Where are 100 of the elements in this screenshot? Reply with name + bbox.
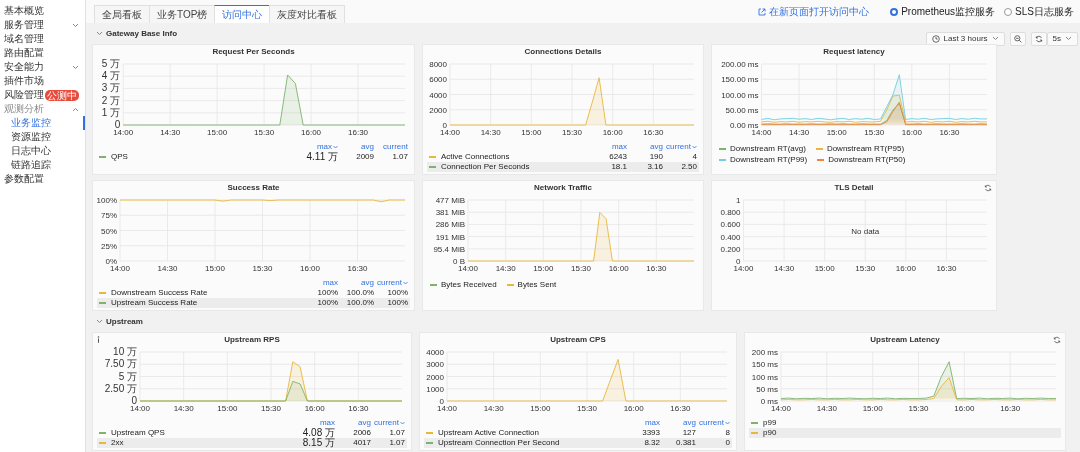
sidebar-item[interactable]: 风险管理 bbox=[4, 88, 44, 102]
sidebar-badge: 公测中 bbox=[45, 89, 79, 101]
tick-label: 15:30 bbox=[864, 128, 885, 137]
refresh-interval-button[interactable]: 5s bbox=[1046, 31, 1078, 46]
legend-label[interactable]: Upstream QPS bbox=[111, 428, 165, 438]
legend-label[interactable]: Downstream RT(P99) bbox=[730, 155, 808, 164]
legend-column-header[interactable]: avg bbox=[361, 278, 374, 288]
tick-label: 14:30 bbox=[160, 128, 181, 137]
legend-label[interactable]: QPS bbox=[111, 152, 128, 162]
legend-label[interactable]: Active Connections bbox=[441, 152, 510, 162]
legend-label[interactable]: p99 bbox=[763, 418, 777, 428]
tick-label: 5 万 bbox=[101, 58, 121, 69]
legend-column-header[interactable]: avg bbox=[358, 418, 371, 428]
tab[interactable]: 业务TOP榜 bbox=[149, 5, 216, 23]
section-title[interactable]: Gateway Base Info bbox=[106, 29, 178, 38]
tick-label: 3 万 bbox=[101, 82, 121, 94]
tick-label: 14:00 bbox=[458, 264, 478, 273]
tick-label: 15:00 bbox=[217, 404, 238, 413]
legend-value: 2.50 bbox=[680, 162, 697, 172]
legend-label[interactable]: Upstream Success Rate bbox=[111, 298, 198, 308]
legend-column-header[interactable]: current bbox=[699, 418, 724, 428]
sidebar-item[interactable]: 路由配置 bbox=[4, 46, 44, 60]
tick-label: 14:30 bbox=[789, 128, 810, 137]
open-link[interactable]: 在新页面打开访问中心 bbox=[769, 4, 870, 19]
sidebar-item[interactable]: 观测分析 bbox=[0, 102, 85, 116]
legend-column-header[interactable]: max bbox=[316, 142, 332, 152]
tick-label: 16:00 bbox=[608, 264, 629, 273]
legend-column-header[interactable]: avg bbox=[650, 142, 663, 152]
sidebar-item[interactable]: 域名管理 bbox=[4, 32, 44, 46]
sidebar-subitem[interactable]: 日志中心 bbox=[0, 144, 85, 158]
tab[interactable]: 访问中心 bbox=[214, 5, 271, 23]
tick-label: 16:00 bbox=[954, 404, 975, 413]
legend-column-header[interactable]: avg bbox=[683, 418, 696, 428]
panel-title: Network Traffic bbox=[533, 182, 593, 194]
legend-label[interactable]: Downstream Success Rate bbox=[111, 288, 208, 298]
legend-label[interactable]: Connection Per Seconds bbox=[441, 162, 530, 172]
zoom-out-button[interactable] bbox=[1009, 31, 1026, 46]
radio-button[interactable] bbox=[1004, 7, 1013, 16]
sidebar-item[interactable]: 安全能力 bbox=[0, 60, 85, 74]
legend-value: 3.16 bbox=[646, 162, 663, 172]
legend-column-header[interactable]: current bbox=[666, 142, 691, 152]
legend-value: 8.15 万 bbox=[301, 438, 335, 448]
legend-label[interactable]: Upstream Active Connection bbox=[438, 428, 539, 438]
refresh-button[interactable] bbox=[1030, 31, 1047, 46]
sidebar-subitem[interactable]: 链路追踪 bbox=[0, 158, 85, 172]
legend-column-header[interactable]: max bbox=[322, 278, 338, 288]
tick-label: 16:00 bbox=[602, 128, 623, 137]
legend-label[interactable]: Downstream RT(avg) bbox=[730, 144, 806, 153]
tab[interactable]: 灰度对比看板 bbox=[269, 5, 346, 23]
legend-label[interactable]: p90 bbox=[763, 428, 777, 438]
time-range-button[interactable]: Last 3 hours bbox=[925, 31, 1005, 46]
tick-label: 100 ms bbox=[751, 372, 778, 382]
legend-value: 127 bbox=[681, 428, 696, 438]
refresh-icon[interactable] bbox=[1053, 336, 1061, 344]
legend-label[interactable]: Bytes Received bbox=[441, 280, 497, 289]
tab[interactable]: 全局看板 bbox=[94, 5, 150, 23]
legend-label[interactable]: Bytes Sent bbox=[517, 280, 557, 289]
tick-label: 16:00 bbox=[623, 404, 644, 413]
sidebar-item[interactable]: 参数配置 bbox=[4, 172, 44, 186]
refresh-icon[interactable] bbox=[984, 184, 992, 192]
refresh-icon bbox=[1034, 34, 1043, 43]
tick-label: 15:00 bbox=[521, 128, 542, 137]
tick-label: 2000 bbox=[426, 372, 444, 382]
sidebar-label: 服务管理 bbox=[4, 18, 44, 32]
legend-column-header[interactable]: current bbox=[374, 418, 399, 428]
legend-label[interactable]: Downstream RT(P95) bbox=[826, 144, 905, 153]
sidebar-item[interactable]: 服务管理 bbox=[0, 18, 85, 32]
legend-value: 3393 bbox=[641, 428, 660, 438]
radio-button[interactable] bbox=[890, 7, 899, 16]
tick-label: 75% bbox=[101, 211, 117, 221]
legend-column-header[interactable]: current bbox=[383, 142, 408, 152]
legend-column-header[interactable]: avg bbox=[361, 142, 374, 152]
sidebar-item[interactable]: 插件市场 bbox=[4, 74, 44, 88]
legend-label[interactable]: 2xx bbox=[111, 438, 124, 448]
sidebar-subitem[interactable]: 资源监控 bbox=[0, 130, 85, 144]
external-link-icon bbox=[758, 7, 767, 16]
sidebar-subitem[interactable]: 业务监控 bbox=[0, 116, 85, 130]
tick-label: 16:30 bbox=[939, 128, 960, 137]
legend-column-header[interactable]: max bbox=[644, 418, 660, 428]
tick-label: 14:00 bbox=[440, 128, 460, 137]
tick-label: 16:00 bbox=[304, 404, 325, 413]
legend-value: 8 bbox=[724, 428, 730, 438]
legend-column-header[interactable]: max bbox=[319, 418, 335, 428]
legend-column-header[interactable]: current bbox=[377, 278, 402, 288]
tick-label: 16:30 bbox=[1000, 404, 1021, 413]
tick-label: 95.4 MiB bbox=[433, 244, 465, 254]
legend-value: 8.32 bbox=[643, 438, 660, 448]
tick-label: 6000 bbox=[429, 75, 447, 85]
legend-column-header[interactable]: max bbox=[611, 142, 627, 152]
tick-label: 16:30 bbox=[646, 264, 667, 273]
tick-label: 0 ms bbox=[760, 397, 778, 406]
tick-label: 14:30 bbox=[173, 404, 194, 413]
legend-value: 100.0% bbox=[345, 298, 374, 308]
tick-label: 16:30 bbox=[670, 404, 691, 413]
legend-label[interactable]: Downstream RT(P50) bbox=[828, 155, 906, 164]
sidebar-item[interactable]: 基本概览 bbox=[4, 4, 44, 18]
tick-label: 16:00 bbox=[301, 128, 322, 137]
tick-label: 0.600 bbox=[720, 220, 741, 230]
section-title[interactable]: Upstream bbox=[106, 317, 143, 326]
legend-label[interactable]: Upstream Connection Per Second bbox=[438, 438, 560, 448]
